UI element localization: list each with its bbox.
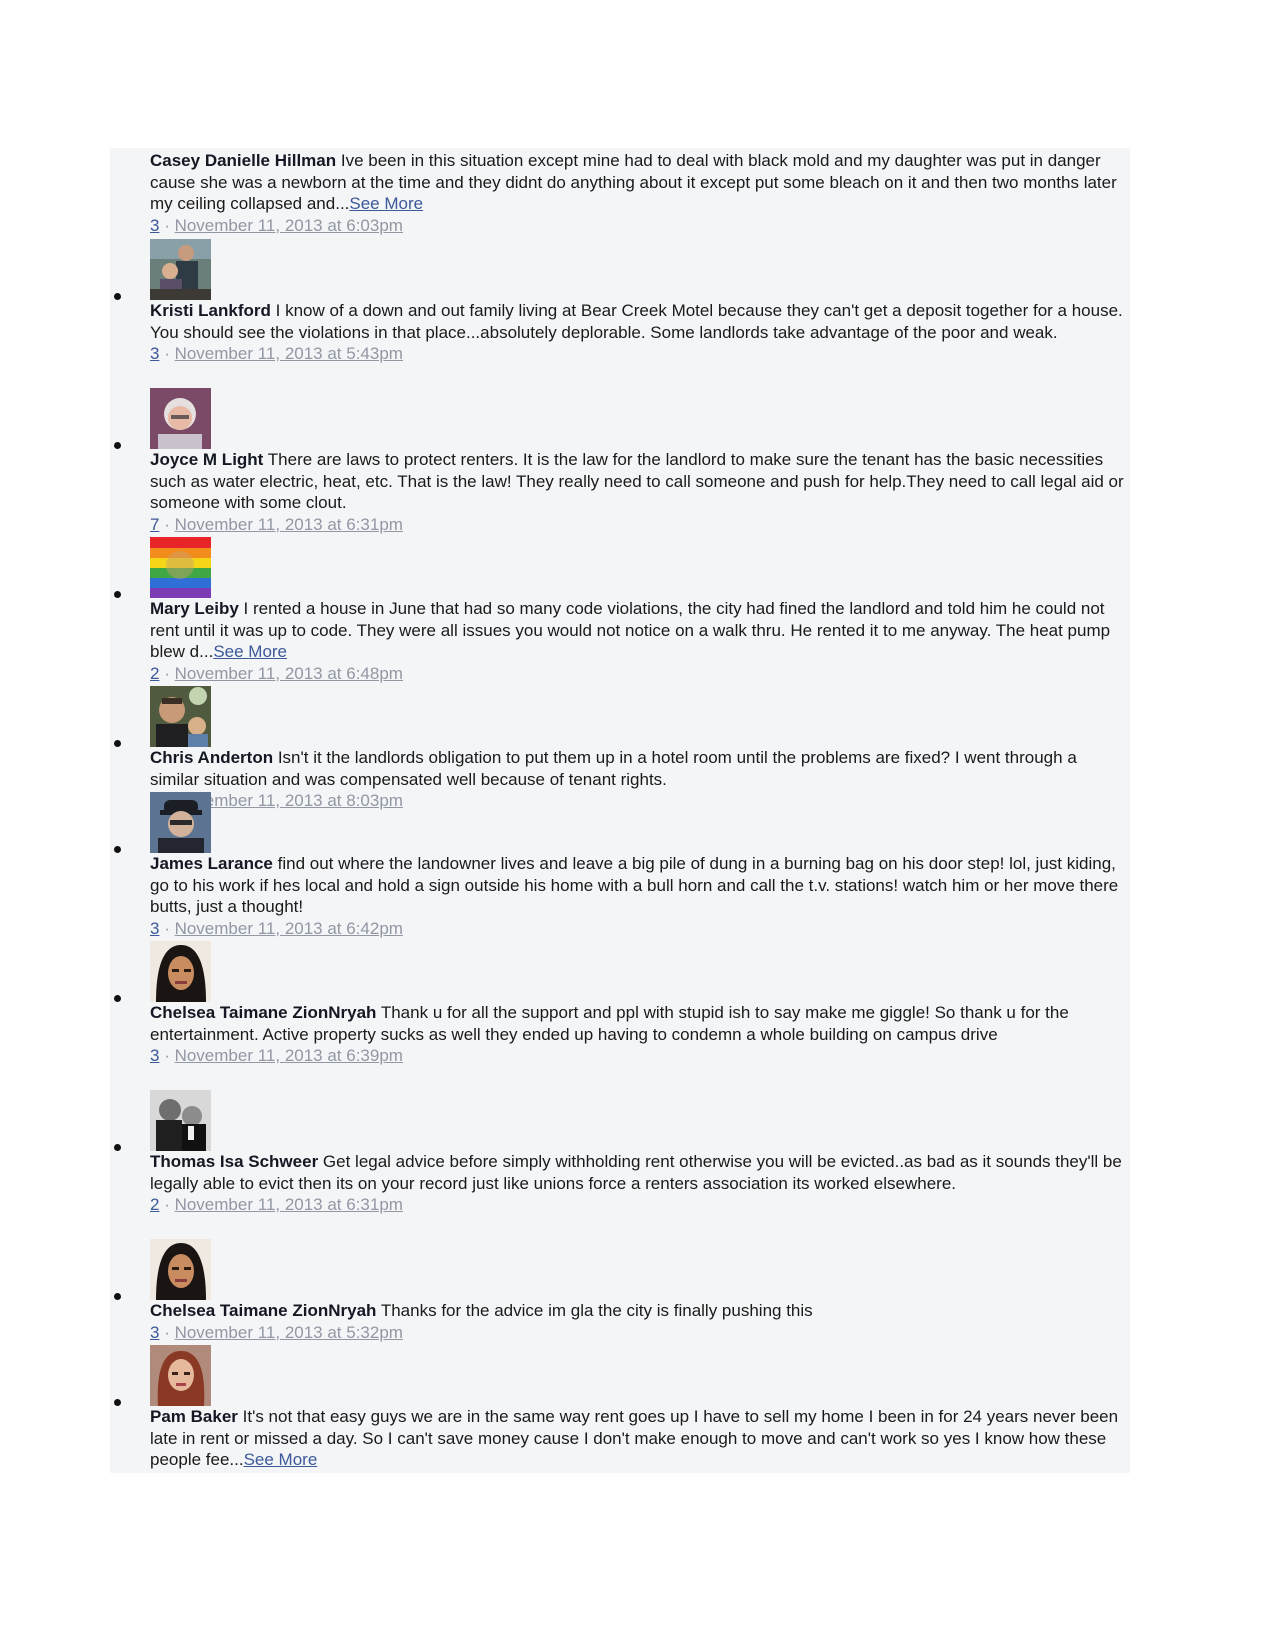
comment-body: Chelsea Taimane ZionNryah Thank u for al…: [150, 1002, 1126, 1067]
meta-separator: ·: [159, 1195, 175, 1214]
comment-item: Kristi Lankford I know of a down and out…: [110, 239, 1130, 388]
comment-author[interactable]: Chris Anderton: [150, 748, 273, 767]
comment-author[interactable]: Joyce M Light: [150, 450, 263, 469]
meta-separator: ·: [159, 918, 175, 938]
see-more-link[interactable]: See More: [244, 1450, 318, 1469]
comment-item: James Larance find out where the landown…: [110, 792, 1130, 941]
avatar-image: [150, 537, 211, 598]
comment-text: Thanks for the advice im gla the city is…: [380, 1301, 813, 1320]
meta-separator: ·: [159, 1322, 175, 1342]
comment-body: Thomas Isa Schweer Get legal advice befo…: [150, 1151, 1126, 1216]
comment-timestamp[interactable]: November 11, 2013 at 6:03pm: [175, 216, 403, 235]
list-bullet: [114, 846, 121, 853]
comment-meta: 3 · November 11, 2013 at 6:39pm: [150, 1045, 1126, 1067]
comment-author[interactable]: Pam Baker: [150, 1407, 238, 1426]
comment-meta: 3 · November 11, 2013 at 6:03pm: [150, 215, 1126, 237]
list-bullet: [114, 1399, 121, 1406]
avatar[interactable]: [150, 686, 211, 747]
comment-meta: 3 · November 11, 2013 at 5:32pm: [150, 1322, 1126, 1344]
comment-text: I rented a house in June that had so man…: [150, 599, 1111, 661]
list-bullet: [114, 442, 121, 449]
list-bullet: [114, 1144, 121, 1151]
avatar[interactable]: [150, 388, 211, 449]
meta-separator: ·: [159, 344, 175, 363]
comment-author[interactable]: James Larance: [150, 854, 273, 873]
comment-timestamp[interactable]: November 11, 2013 at 6:39pm: [175, 1046, 403, 1065]
comment-body: Joyce M Light There are laws to protect …: [150, 449, 1126, 535]
avatar[interactable]: [150, 1239, 211, 1300]
comment-text: Isn't it the landlords obligation to put…: [150, 748, 1077, 789]
list-bullet: [114, 740, 121, 747]
comment-meta: 2 · November 11, 2013 at 6:48pm: [150, 663, 1126, 685]
comment-body: James Larance find out where the landown…: [150, 853, 1126, 939]
comment-timestamp[interactable]: November 11, 2013 at 6:31pm: [175, 1195, 403, 1214]
comment-body: Mary Leiby I rented a house in June that…: [150, 598, 1126, 684]
comment-item: Pam Baker It's not that easy guys we are…: [110, 1345, 1130, 1473]
comment-meta: 7 · November 11, 2013 at 6:31pm: [150, 514, 1126, 536]
comment-author[interactable]: Kristi Lankford: [150, 301, 271, 320]
list-bullet: [114, 591, 121, 598]
avatar[interactable]: [150, 239, 211, 300]
comment-meta: 3 · November 11, 2013 at 6:42pm: [150, 918, 1126, 940]
avatar-image: [150, 792, 211, 853]
avatar[interactable]: [150, 941, 211, 1002]
comment-author[interactable]: Thomas Isa Schweer: [150, 1152, 318, 1171]
avatar-image: [150, 1239, 211, 1300]
avatar[interactable]: [150, 1345, 211, 1406]
meta-separator: ·: [159, 663, 175, 683]
comment-item: Chris Anderton Isn't it the landlords ob…: [110, 686, 1130, 810]
list-bullet: [114, 1293, 121, 1300]
comment-item: Chelsea Taimane ZionNryah Thank u for al…: [110, 941, 1130, 1090]
comment-author[interactable]: Chelsea Taimane ZionNryah: [150, 1003, 376, 1022]
comment-body: Pam Baker It's not that easy guys we are…: [150, 1406, 1126, 1471]
comment-timestamp[interactable]: November 11, 2013 at 6:48pm: [175, 664, 403, 683]
comment-author[interactable]: Mary Leiby: [150, 599, 239, 618]
avatar[interactable]: [150, 537, 211, 598]
comment-item: Mary Leiby I rented a house in June that…: [110, 537, 1130, 686]
comment-meta: 3 · November 11, 2013 at 5:43pm: [150, 343, 1126, 365]
comment-timestamp[interactable]: November 11, 2013 at 6:31pm: [175, 515, 403, 534]
list-bullet: [114, 293, 121, 300]
comment-item: Casey Danielle Hillman Ive been in this …: [110, 148, 1130, 239]
avatar-image: [150, 239, 211, 300]
comment-body: Casey Danielle Hillman Ive been in this …: [150, 150, 1126, 236]
list-bullet: [114, 995, 121, 1002]
meta-separator: ·: [159, 215, 175, 235]
comment-text: find out where the landowner lives and l…: [150, 854, 1119, 916]
comment-author[interactable]: Casey Danielle Hillman: [150, 151, 336, 170]
comment-meta: 2 · November 11, 2013 at 6:31pm: [150, 1194, 1126, 1216]
see-more-link[interactable]: See More: [349, 194, 423, 213]
avatar[interactable]: [150, 1090, 211, 1151]
see-more-link[interactable]: See More: [213, 642, 287, 661]
comment-author[interactable]: Chelsea Taimane ZionNryah: [150, 1301, 376, 1320]
comment-timestamp[interactable]: November 11, 2013 at 5:32pm: [175, 1323, 403, 1342]
avatar-image: [150, 941, 211, 1002]
avatar[interactable]: [150, 792, 211, 853]
comment-timestamp[interactable]: November 11, 2013 at 5:43pm: [175, 344, 403, 363]
avatar-image: [150, 1090, 211, 1151]
comment-body: Chelsea Taimane ZionNryah Thanks for the…: [150, 1300, 1126, 1343]
avatar-image: [150, 388, 211, 449]
comment-item: Thomas Isa Schweer Get legal advice befo…: [110, 1090, 1130, 1239]
comment-timestamp[interactable]: November 11, 2013 at 6:42pm: [175, 919, 403, 938]
avatar-image: [150, 1345, 211, 1406]
meta-separator: ·: [159, 514, 175, 534]
comment-body: Kristi Lankford I know of a down and out…: [150, 300, 1126, 365]
comment-text: I know of a down and out family living a…: [150, 301, 1123, 342]
comments-panel: Casey Danielle Hillman Ive been in this …: [110, 148, 1130, 1473]
avatar-image: [150, 686, 211, 747]
comment-text: There are laws to protect renters. It is…: [150, 450, 1124, 512]
meta-separator: ·: [159, 1046, 175, 1065]
comment-item: Chelsea Taimane ZionNryah Thanks for the…: [110, 1239, 1130, 1345]
comment-item: Joyce M Light There are laws to protect …: [110, 388, 1130, 537]
